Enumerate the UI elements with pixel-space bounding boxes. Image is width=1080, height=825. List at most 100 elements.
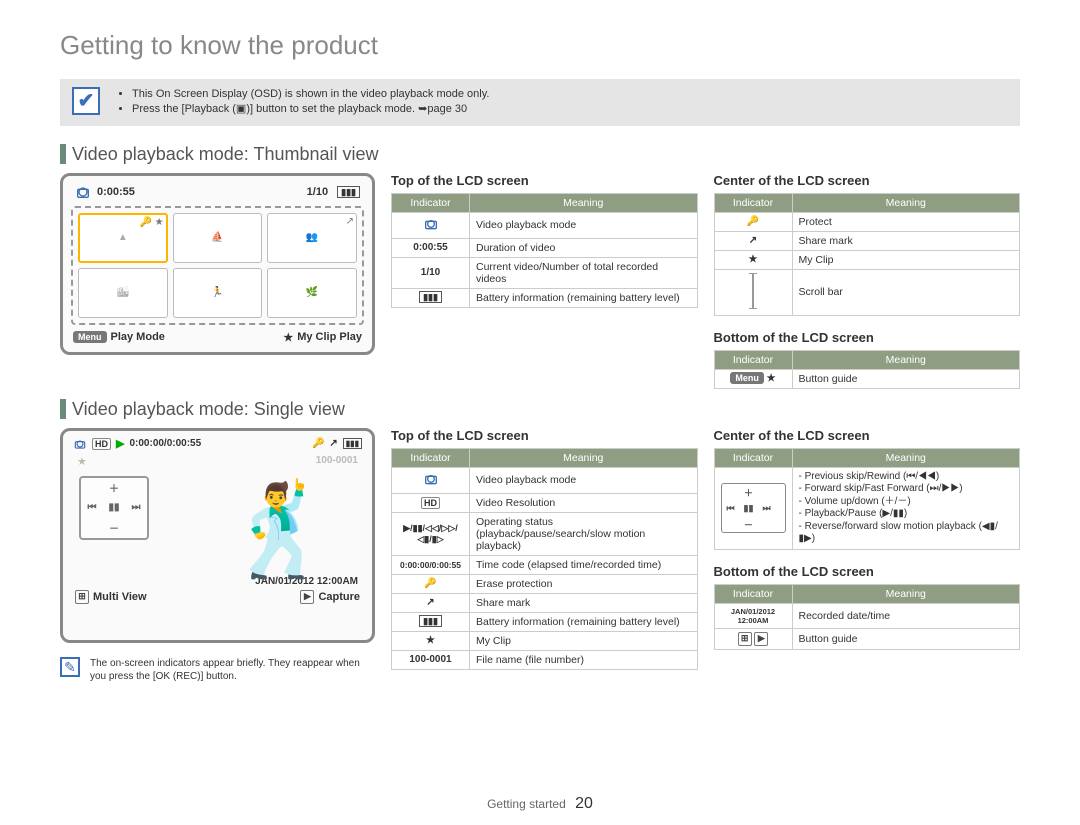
footer-label: Getting started — [487, 797, 566, 811]
td: JAN/01/2012 12:00AM — [714, 603, 792, 628]
scroll-icon — [714, 269, 792, 315]
td: Button guide — [792, 628, 1020, 649]
menu-star-icon: Menu ★ — [714, 369, 792, 388]
star-icon: ★ — [392, 631, 470, 650]
star-icon: ★ — [714, 250, 792, 269]
share-icon: ↗ — [392, 593, 470, 612]
td: Battery information (remaining battery l… — [470, 288, 698, 307]
capture-icon: ▶ — [300, 590, 314, 604]
share-icon: ↗ — [329, 438, 337, 449]
play-mode-label: Play Mode — [111, 331, 165, 343]
table-title: Bottom of the LCD screen — [714, 330, 1021, 345]
star-icon: ★ — [77, 455, 87, 468]
duration-label: 0:00:55 — [97, 186, 135, 198]
thumbnail[interactable]: 🔑 ★▲ — [78, 213, 168, 263]
camera-icon — [73, 437, 87, 451]
battery-icon: ▮▮▮ — [337, 186, 360, 198]
section-title: Video playback mode: Thumbnail view — [72, 144, 379, 165]
section-heading: Video playback mode: Single view — [60, 399, 1020, 420]
td: Share mark — [470, 593, 698, 612]
pencil-icon: ✎ — [60, 657, 80, 677]
silhouette: 🕺 — [224, 486, 336, 576]
td: Protect — [792, 212, 1020, 231]
td: My Clip — [470, 631, 698, 650]
indicator-table: IndicatorMeaning Menu ★Button guide — [714, 350, 1021, 389]
page-title: Getting to know the product — [60, 30, 1020, 61]
td: ▶/▮▮/◁◁/▷▷/◁▮/▮▷ — [392, 512, 470, 555]
accent-bar — [60, 144, 66, 164]
thumbnail[interactable]: 🏙 — [78, 268, 168, 318]
file-name: 100-0001 — [316, 455, 358, 466]
multi-view-label: Multi View — [93, 591, 147, 603]
camera-icon — [392, 212, 470, 238]
thumbnail[interactable]: 🏃 — [173, 268, 263, 318]
footnote: ✎ The on-screen indicators appear briefl… — [60, 657, 375, 683]
key-icon: 🔑 — [714, 212, 792, 231]
td: Button guide — [792, 369, 1020, 388]
table-title: Center of the LCD screen — [714, 173, 1021, 188]
star-icon: ★ — [283, 331, 293, 344]
td: Operating status (playback/pause/search/… — [470, 512, 698, 555]
table-title: Bottom of the LCD screen — [714, 564, 1021, 579]
th: Meaning — [470, 448, 698, 467]
indicator-table: IndicatorMeaning JAN/01/2012 12:00AMReco… — [714, 584, 1021, 650]
indicator-table: IndicatorMeaning 🔑Protect ↗Share mark ★M… — [714, 193, 1021, 316]
td: Share mark — [792, 231, 1020, 250]
td: Scroll bar — [792, 269, 1020, 315]
note-item: Press the [Playback (▣)] button to set t… — [132, 102, 489, 117]
td: 0:00:55 — [392, 238, 470, 257]
thumbnail[interactable]: ↗👥 — [267, 213, 357, 263]
battery-icon: ▮▮▮ — [343, 438, 362, 449]
indicator-table: IndicatorMeaning Video playback mode HDV… — [391, 448, 698, 670]
timecode: 0:00:00/0:00:55 — [129, 438, 201, 449]
th: Meaning — [792, 584, 1020, 603]
info-note: ✔ This On Screen Display (OSD) is shown … — [60, 79, 1020, 126]
td: - Previous skip/Rewind (⏮/◀◀) - Forward … — [792, 467, 1020, 549]
th: Indicator — [714, 584, 792, 603]
table-title: Center of the LCD screen — [714, 428, 1021, 443]
td: Time code (elapsed time/recorded time) — [470, 555, 698, 574]
battery-icon: ▮▮▮ — [392, 612, 470, 631]
thumbnail-device: 0:00:55 1/10 ▮▮▮ 🔑 ★▲ ⛵ ↗👥 🏙 🏃 🌿 — [60, 173, 375, 355]
th: Indicator — [392, 193, 470, 212]
check-icon: ✔ — [72, 87, 100, 115]
td: My Clip — [792, 250, 1020, 269]
footer: Getting started 20 — [0, 795, 1080, 813]
th: Meaning — [470, 193, 698, 212]
thumbnail[interactable]: ⛵ — [173, 213, 263, 263]
td: Duration of video — [470, 238, 698, 257]
table-title: Top of the LCD screen — [391, 173, 698, 188]
th: Indicator — [714, 448, 792, 467]
menu-chip[interactable]: Menu — [73, 331, 107, 343]
th: Meaning — [792, 448, 1020, 467]
td: 100-0001 — [392, 650, 470, 669]
accent-bar — [60, 399, 66, 419]
share-icon: ↗ — [714, 231, 792, 250]
td: Current video/Number of total recorded v… — [470, 257, 698, 288]
th: Indicator — [714, 350, 792, 369]
camera-icon — [75, 184, 91, 200]
td: Video playback mode — [470, 212, 698, 238]
camera-icon — [392, 467, 470, 493]
th: Indicator — [714, 193, 792, 212]
note-list: This On Screen Display (OSD) is shown in… — [114, 87, 489, 118]
td: Video Resolution — [470, 493, 698, 512]
multi-capture-icon: ⊞ ▶ — [714, 628, 792, 649]
hd-icon: HD — [392, 493, 470, 512]
table-title: Top of the LCD screen — [391, 428, 698, 443]
th: Meaning — [792, 193, 1020, 212]
count-label: 1/10 — [307, 186, 328, 198]
td: File name (file number) — [470, 650, 698, 669]
control-cluster[interactable]: ＋ ⏮▮▮⏭ － — [79, 476, 149, 540]
thumbnail[interactable]: 🌿 — [267, 268, 357, 318]
indicator-table: IndicatorMeaning ＋ ⏮▮▮⏭ － - Previous ski… — [714, 448, 1021, 550]
td: 0:00:00/0:00:55 — [392, 555, 470, 574]
capture-label: Capture — [318, 591, 360, 603]
control-cluster-icon: ＋ ⏮▮▮⏭ － — [714, 467, 792, 549]
note-item: This On Screen Display (OSD) is shown in… — [132, 87, 489, 102]
td: Video playback mode — [470, 467, 698, 493]
th: Indicator — [392, 448, 470, 467]
hd-icon: HD — [92, 438, 111, 450]
td: Erase protection — [470, 574, 698, 593]
page-number: 20 — [575, 795, 593, 812]
